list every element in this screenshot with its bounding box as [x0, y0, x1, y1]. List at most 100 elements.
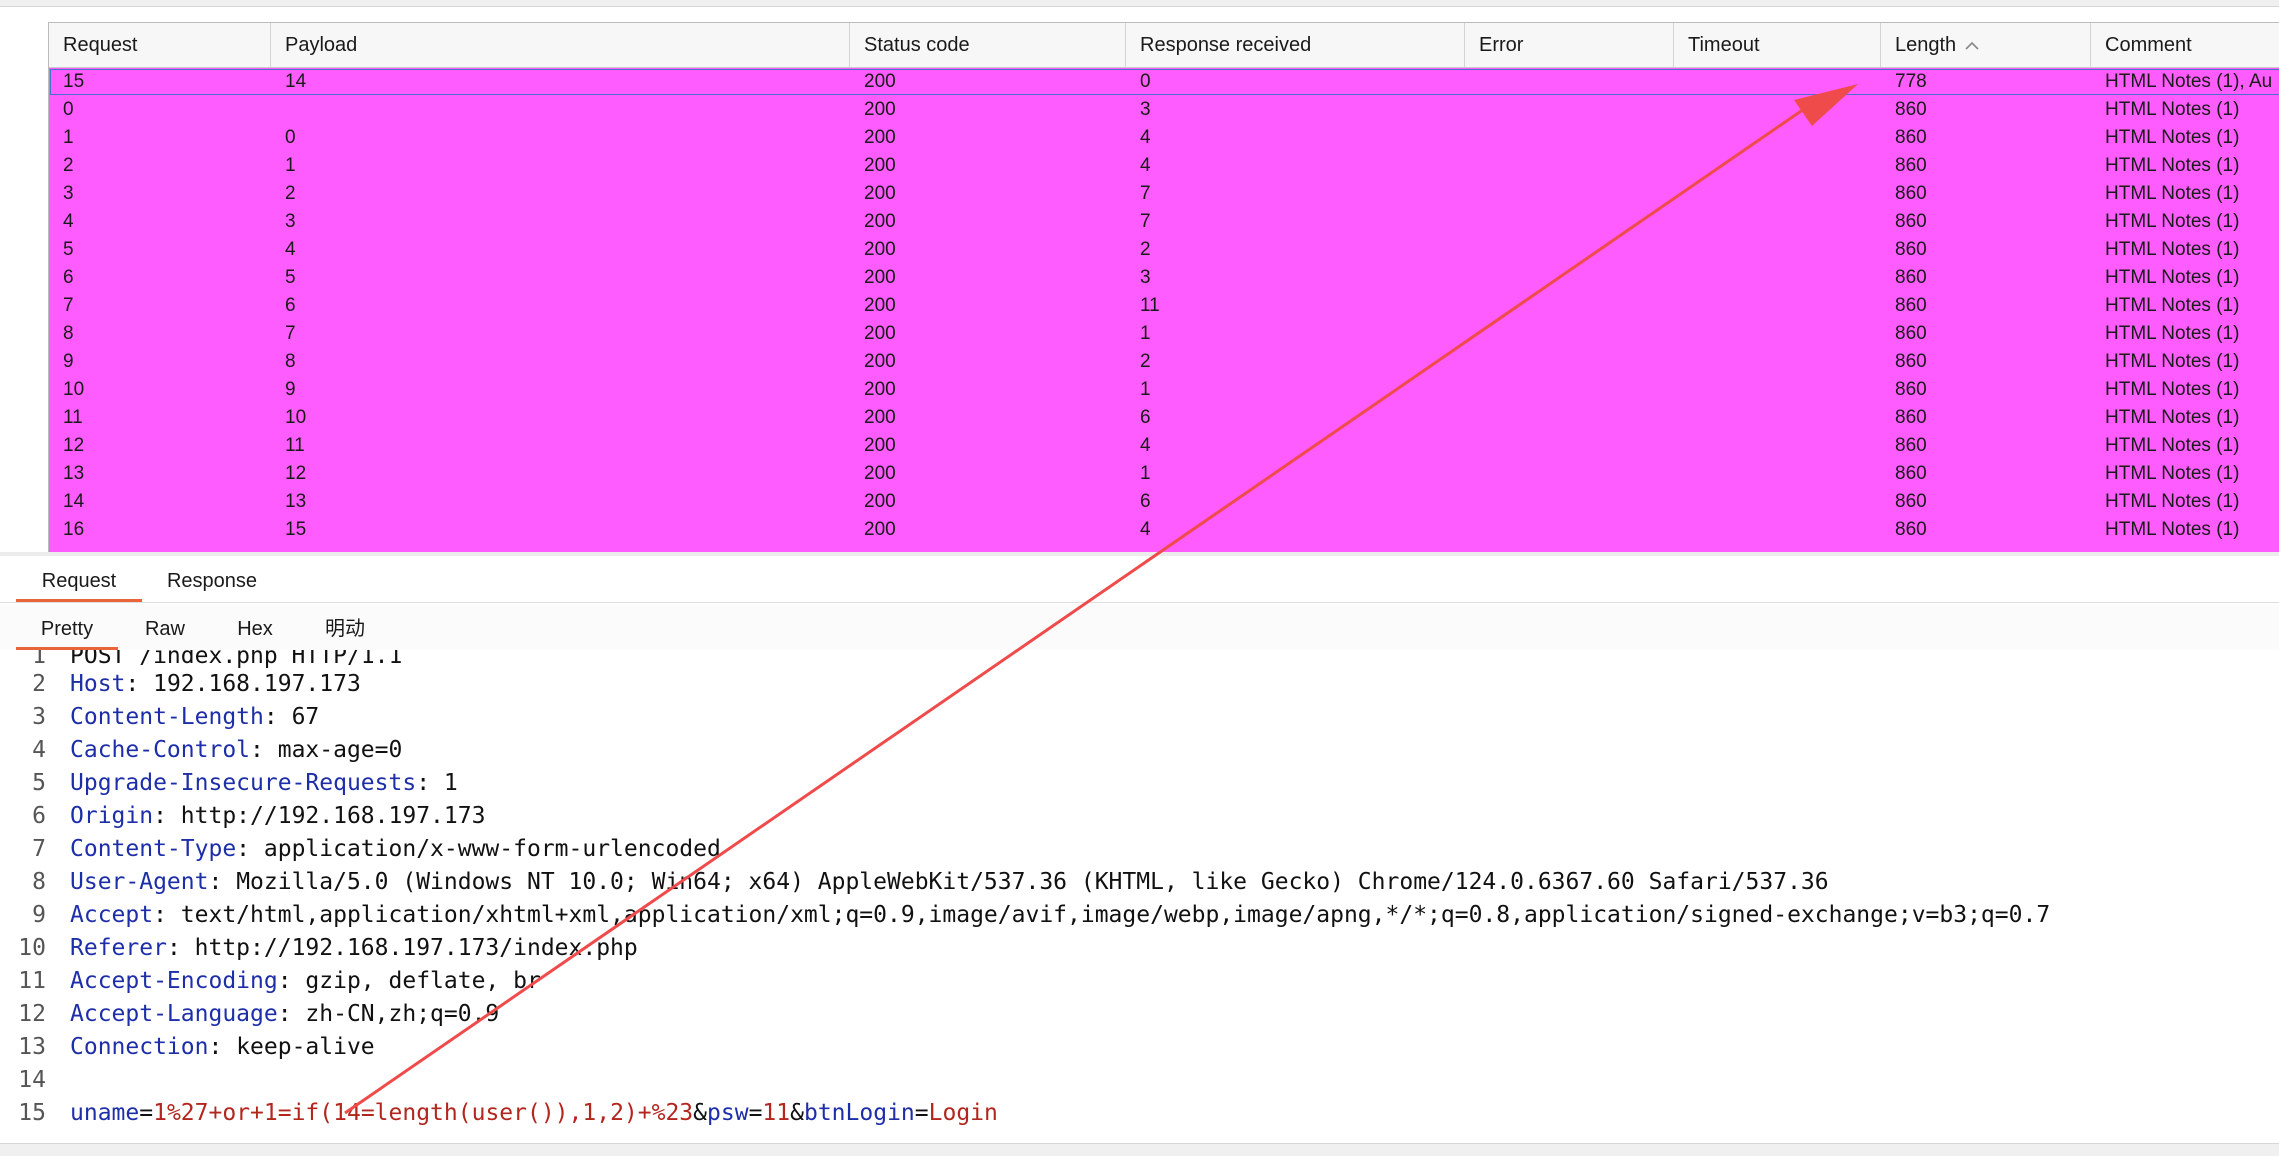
code-text: Cache-Control: max-age=0 — [70, 737, 403, 763]
cell-length: 860 — [1895, 295, 1927, 316]
column-header-error[interactable]: Error — [1465, 23, 1674, 67]
cell-error — [1465, 404, 1674, 432]
cell-response-received: 7 — [1140, 183, 1151, 204]
cell-length: 860 — [1895, 211, 1927, 232]
table-row[interactable]: 15 14 200 0 778 HTML Notes (1), Au — [49, 68, 2279, 96]
cell-error — [1465, 348, 1674, 376]
message-tabs: Request Response — [0, 556, 2279, 603]
cell-error — [1465, 376, 1674, 404]
column-header-status-code[interactable]: Status code — [850, 23, 1126, 67]
cell-status-code: 200 — [864, 407, 896, 428]
cell-payload — [271, 96, 850, 124]
line-number: 12 — [18, 1001, 46, 1027]
table-row[interactable]: 9 8 200 2 860 HTML Notes (1) — [49, 348, 2279, 376]
cell-error — [1465, 96, 1674, 124]
table-row[interactable]: 0 200 3 860 HTML Notes (1) — [49, 96, 2279, 124]
cell-comment: HTML Notes (1) — [2105, 295, 2240, 316]
cell-comment: HTML Notes (1) — [2105, 211, 2240, 232]
tab-request[interactable]: Request — [16, 556, 142, 602]
header-name: Referer — [70, 935, 167, 961]
cell-response-received: 2 — [1140, 351, 1151, 372]
cell-comment: HTML Notes (1) — [2105, 99, 2240, 120]
cell-length: 860 — [1895, 239, 1927, 260]
cell-length: 778 — [1895, 71, 1927, 92]
cell-timeout — [1674, 488, 1881, 516]
table-row[interactable]: 16 15 200 4 860 HTML Notes (1) — [49, 516, 2279, 544]
table-row[interactable]: 5 4 200 2 860 HTML Notes (1) — [49, 236, 2279, 264]
cell-request: 12 — [63, 435, 85, 456]
chevron-up-icon — [1964, 41, 1980, 51]
header-name: Content-Length — [70, 704, 264, 730]
table-row[interactable]: 14 13 200 6 860 HTML Notes (1) — [49, 488, 2279, 516]
cell-length: 860 — [1895, 407, 1927, 428]
header-name: Accept-Encoding — [70, 968, 278, 994]
cell-comment: HTML Notes (1) — [2105, 127, 2240, 148]
table-row[interactable]: 4 3 200 7 860 HTML Notes (1) — [49, 208, 2279, 236]
column-header-comment[interactable]: Comment — [2091, 23, 2279, 67]
table-row[interactable]: 3 2 200 7 860 HTML Notes (1) — [49, 180, 2279, 208]
cell-length: 860 — [1895, 99, 1927, 120]
cell-timeout — [1674, 264, 1881, 292]
header-name: Content-Type — [70, 836, 237, 862]
tab-pretty[interactable]: Pretty — [16, 604, 118, 650]
column-header-timeout[interactable]: Timeout — [1674, 23, 1881, 67]
header-value: zh-CN,zh;q=0.9 — [305, 1001, 500, 1027]
tab-response[interactable]: Response — [150, 556, 274, 602]
tab-hex[interactable]: Hex — [222, 604, 288, 650]
line-number: 4 — [32, 737, 46, 763]
table-row[interactable]: 7 6 200 11 860 HTML Notes (1) — [49, 292, 2279, 320]
header-value: Mozilla/5.0 (Windows NT 10.0; Win64; x64… — [236, 869, 1829, 895]
table-row[interactable]: 10 9 200 1 860 HTML Notes (1) — [49, 376, 2279, 404]
cell-request: 9 — [63, 351, 74, 372]
cell-response-received: 2 — [1140, 239, 1151, 260]
cell-response-received: 0 — [1140, 71, 1151, 92]
cell-error — [1465, 292, 1674, 320]
header-name: Cache-Control — [70, 737, 251, 763]
cell-payload: 7 — [285, 323, 296, 344]
cell-length: 860 — [1895, 519, 1927, 540]
table-row[interactable]: 8 7 200 1 860 HTML Notes (1) — [49, 320, 2279, 348]
cell-timeout — [1674, 152, 1881, 180]
cell-payload: 11 — [285, 435, 305, 456]
code-text: Origin: http://192.168.197.173 — [70, 803, 486, 829]
cell-request: 16 — [63, 519, 85, 540]
cell-response-received: 4 — [1140, 519, 1151, 540]
header-value: 67 — [291, 704, 320, 730]
code-text: Content-Length: 67 — [70, 704, 320, 730]
column-header-payload[interactable]: Payload — [271, 23, 850, 67]
cell-timeout — [1674, 96, 1881, 124]
cell-length: 860 — [1895, 267, 1927, 288]
code-text: uname=1%27+or+1=if(14=length(user()),1,2… — [70, 1100, 998, 1126]
cell-comment: HTML Notes (1) — [2105, 351, 2240, 372]
cell-length: 860 — [1895, 435, 1927, 456]
cell-request: 5 — [63, 239, 74, 260]
line-number: 9 — [32, 902, 46, 928]
line-number: 2 — [32, 671, 46, 697]
table-row[interactable]: 13 12 200 1 860 HTML Notes (1) — [49, 460, 2279, 488]
column-header-length[interactable]: Length — [1881, 23, 2091, 67]
header-value: 1 — [443, 770, 458, 796]
cell-response-received: 3 — [1140, 267, 1151, 288]
cell-timeout — [1674, 432, 1881, 460]
tab-extra[interactable]: 明动 — [310, 604, 380, 650]
column-header-response-received[interactable]: Response received — [1126, 23, 1465, 67]
line-number: 7 — [32, 836, 46, 862]
tab-raw[interactable]: Raw — [130, 604, 200, 650]
cell-status-code: 200 — [864, 71, 896, 92]
table-row[interactable]: 6 5 200 3 860 HTML Notes (1) — [49, 264, 2279, 292]
header-name: User-Agent — [70, 869, 209, 895]
request-editor[interactable]: 1 POST /index.php HTTP/1.1 2 Host: 192.168.… — [0, 650, 2279, 1143]
view-tabs: Pretty Raw Hex 明动 — [0, 604, 2279, 651]
cell-response-received: 1 — [1140, 323, 1151, 344]
cell-response-received: 11 — [1140, 295, 1160, 316]
table-row[interactable]: 2 1 200 4 860 HTML Notes (1) — [49, 152, 2279, 180]
table-row[interactable]: 12 11 200 4 860 HTML Notes (1) — [49, 432, 2279, 460]
param-value: Login — [928, 1100, 998, 1126]
table-row[interactable]: 11 10 200 6 860 HTML Notes (1) — [49, 404, 2279, 432]
cell-timeout — [1674, 124, 1881, 152]
line-number: 6 — [32, 803, 46, 829]
cell-comment: HTML Notes (1) — [2105, 267, 2240, 288]
param-name: btnLogin — [803, 1100, 915, 1126]
table-row[interactable]: 1 0 200 4 860 HTML Notes (1) — [49, 124, 2279, 152]
column-header-request[interactable]: Request — [49, 23, 271, 67]
